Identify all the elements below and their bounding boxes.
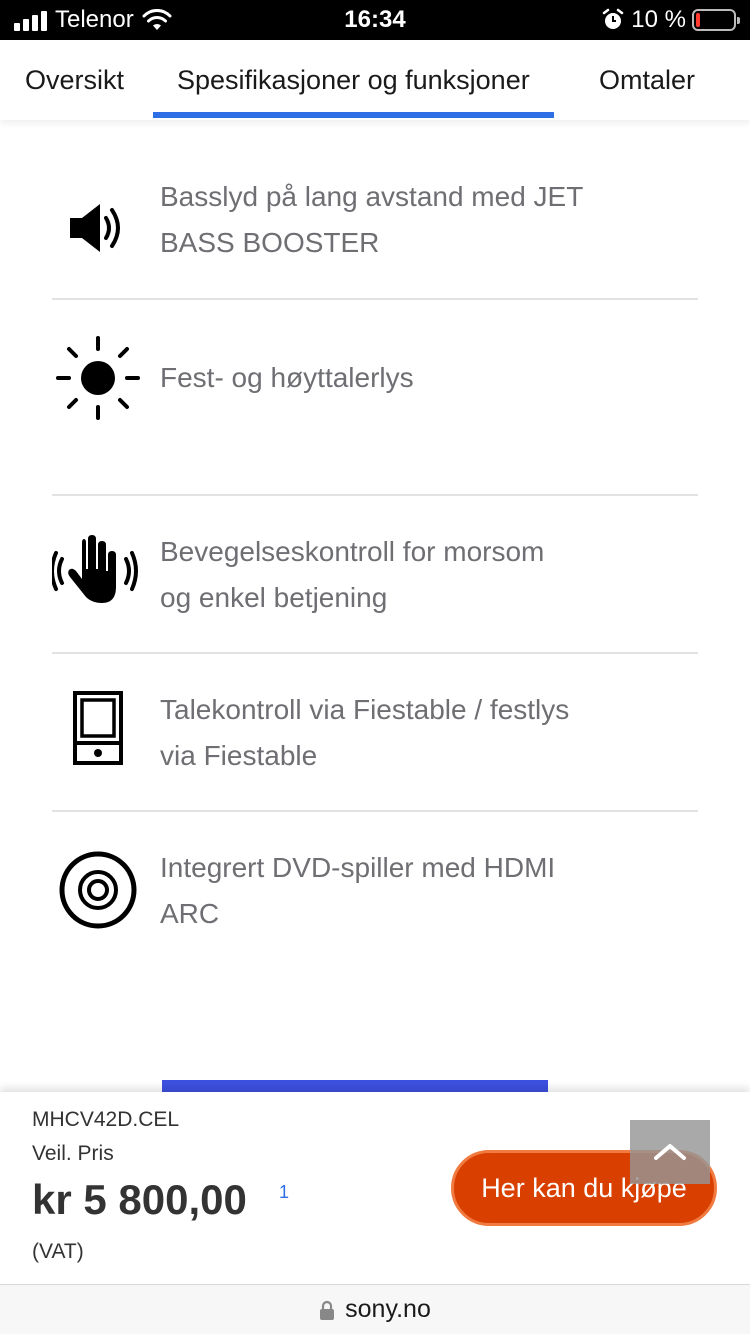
status-bar: Telenor 16:34 10 %: [0, 0, 750, 40]
scroll-to-top-button[interactable]: [630, 1120, 710, 1184]
feature-item: Talekontroll via Fiestable / festlys via…: [52, 654, 698, 812]
browser-url-bar[interactable]: sony.no: [0, 1284, 750, 1334]
section-tabs: Oversikt Spesifikasjoner og funksjoner O…: [0, 40, 750, 120]
speaker-icon: [52, 182, 144, 274]
feature-text: Basslyd på lang avstand med JET BASS BOO…: [160, 181, 584, 258]
feature-item: Integrert DVD-spiller med HDMI ARC: [52, 812, 698, 952]
model-number: MHCV42D.CEL: [32, 1108, 180, 1131]
disc-icon: [52, 844, 144, 936]
battery-icon: [692, 9, 740, 31]
feature-text: Talekontroll via Fiestable / festlys via…: [160, 694, 570, 771]
feature-text: Integrert DVD-spiller med HDMI ARC: [160, 852, 556, 929]
url-domain: sony.no: [345, 1295, 431, 1323]
feature-item: Basslyd på lang avstand med JET BASS BOO…: [52, 120, 698, 300]
hand-wave-icon: [52, 524, 144, 616]
price-label: Veil. Pris: [32, 1142, 114, 1165]
tab-overview[interactable]: Oversikt: [25, 40, 124, 120]
feature-item: Fest- og høyttalerlys: [52, 300, 698, 496]
feature-text: Fest- og høyttalerlys: [160, 362, 414, 393]
sun-icon: [52, 332, 144, 424]
lock-icon: [320, 1300, 335, 1320]
price-footnote[interactable]: 1: [279, 1182, 289, 1203]
feature-text: Bevegelseskontroll for morsom og enkel b…: [160, 536, 545, 613]
tab-specifications[interactable]: Spesifikasjoner og funksjoner: [153, 40, 554, 120]
battery-percentage: 10 %: [631, 6, 686, 33]
price: kr 5 800,00: [32, 1176, 247, 1223]
phone-icon: [52, 682, 144, 774]
tab-reviews[interactable]: Omtaler: [599, 40, 695, 120]
vat-label: (VAT): [32, 1240, 84, 1263]
alarm-icon: [603, 8, 624, 29]
chevron-up-icon: [654, 1144, 686, 1160]
purchase-panel: MHCV42D.CEL Veil. Pris kr 5 800,00 1 (VA…: [0, 1092, 750, 1284]
feature-item: Bevegelseskontroll for morsom og enkel b…: [52, 496, 698, 654]
